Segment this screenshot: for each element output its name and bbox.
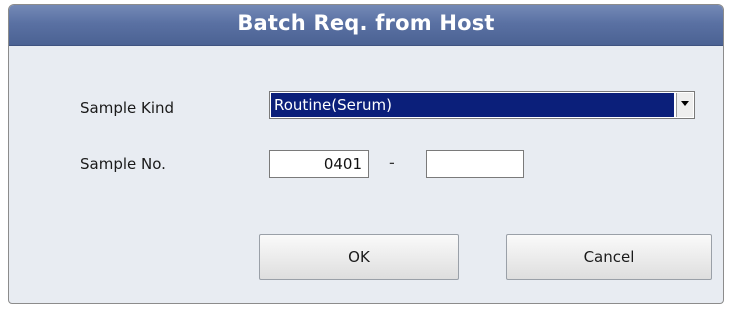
dialog-title: Batch Req. from Host <box>9 5 723 46</box>
chevron-down-icon <box>681 101 689 106</box>
sample-no-label: Sample No. <box>80 155 166 173</box>
sample-kind-select[interactable]: Routine(Serum) <box>269 91 695 119</box>
sample-no-separator: - <box>389 153 395 172</box>
batch-request-dialog: Batch Req. from Host Sample Kind Routine… <box>8 4 724 304</box>
sample-kind-selected-value: Routine(Serum) <box>271 93 674 117</box>
sample-no-from-input[interactable]: 0401 <box>269 150 369 178</box>
ok-button[interactable]: OK <box>259 234 459 280</box>
sample-kind-label: Sample Kind <box>80 99 175 117</box>
sample-no-to-input[interactable] <box>426 150 524 178</box>
dropdown-button[interactable] <box>676 93 693 117</box>
cancel-button[interactable]: Cancel <box>506 234 712 280</box>
